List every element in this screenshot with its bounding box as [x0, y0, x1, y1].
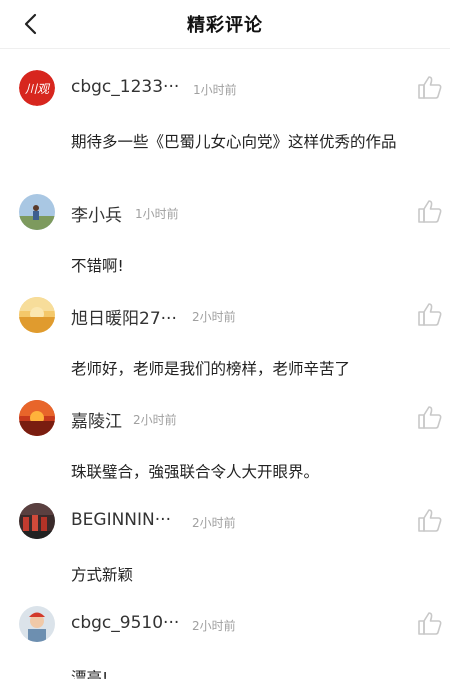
thumbs-up-icon — [418, 612, 442, 635]
comment-text: 珠联璧合，強强联合令人大开眼界。 — [71, 463, 320, 481]
username[interactable]: cbgc_9510··· — [71, 613, 179, 633]
photo-avatar — [19, 194, 55, 230]
like-button[interactable] — [417, 507, 443, 533]
avatar[interactable] — [19, 194, 55, 230]
avatar[interactable] — [19, 606, 55, 642]
person-avatar — [19, 606, 55, 642]
thumbs-up-icon — [418, 200, 442, 223]
username[interactable]: 旭日暖阳27··· — [71, 304, 177, 329]
timestamp: 2小时前 — [192, 619, 236, 633]
avatar[interactable] — [19, 503, 55, 539]
username[interactable]: 李小兵 — [71, 201, 122, 226]
comment-text: 期待多一些《巴蜀儿女心向党》这样优秀的作品 — [71, 133, 397, 151]
timestamp: 1小时前 — [135, 207, 179, 221]
like-button[interactable] — [417, 74, 443, 100]
thumbs-up-icon — [418, 406, 442, 429]
username[interactable]: 嘉陵江 — [71, 407, 122, 432]
comment-text: 不错啊! — [71, 257, 124, 275]
timestamp: 2小时前 — [133, 413, 177, 427]
like-button[interactable] — [417, 404, 443, 430]
username[interactable]: BEGINNIN··· — [71, 510, 171, 530]
timestamp: 2小时前 — [192, 516, 236, 530]
comment-text: 方式新颖 — [71, 566, 134, 584]
comment-text: 老师好，老师是我们的榜样，老师辛苦了 — [71, 360, 351, 378]
timestamp: 1小时前 — [193, 83, 237, 97]
timestamp: 2小时前 — [192, 310, 236, 324]
sunrise-avatar — [19, 297, 55, 333]
like-button[interactable] — [417, 610, 443, 636]
sunset-avatar — [19, 400, 55, 436]
avatar[interactable]: 川观 — [19, 70, 55, 106]
comment-text: 漂亮! — [71, 669, 109, 679]
thumbs-up-icon — [418, 509, 442, 532]
top-bar: 精彩评论 — [0, 0, 450, 49]
comments-page: 精彩评论 川观 cbgc_1233··· 1小时前 期待多一些《巴蜀儿女心向党》… — [0, 0, 450, 679]
thumbs-up-icon — [418, 76, 442, 99]
group-photo-avatar — [19, 503, 55, 539]
like-button[interactable] — [417, 301, 443, 327]
username[interactable]: cbgc_1233··· — [71, 77, 179, 97]
page-title: 精彩评论 — [187, 15, 263, 36]
like-button[interactable] — [417, 198, 443, 224]
thumbs-up-icon — [418, 303, 442, 326]
avatar-logo-text: 川观 — [25, 82, 51, 96]
avatar[interactable] — [19, 297, 55, 333]
brand-logo-avatar: 川观 — [19, 70, 55, 106]
avatar[interactable] — [19, 400, 55, 436]
